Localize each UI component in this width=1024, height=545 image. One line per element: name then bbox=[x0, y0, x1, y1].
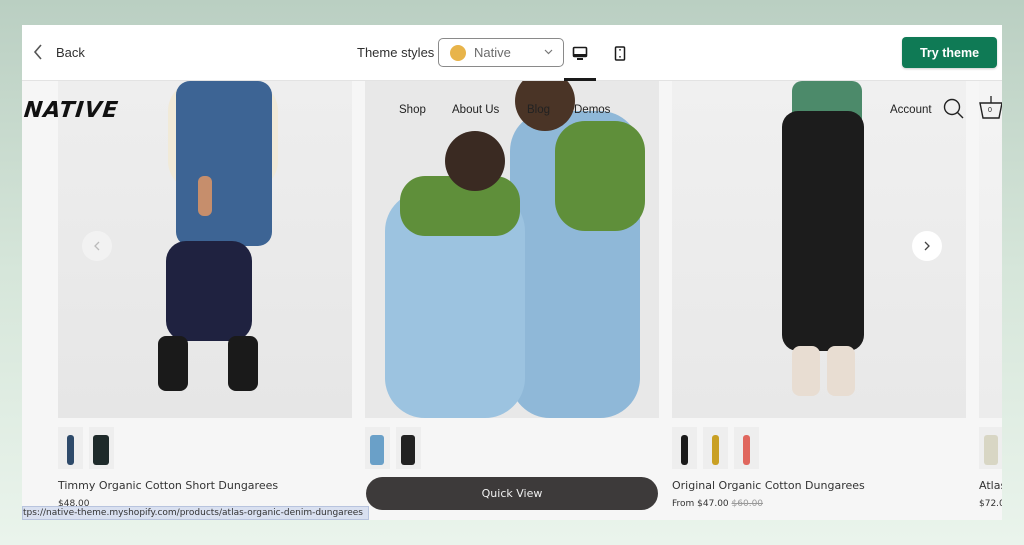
compare-at-price: $60.00 bbox=[731, 499, 764, 509]
product-thumbnail[interactable] bbox=[734, 427, 759, 469]
store-logo[interactable]: NATIVE bbox=[23, 98, 120, 123]
nav-demos[interactable]: Demos bbox=[574, 104, 610, 116]
product-image[interactable] bbox=[979, 81, 1002, 418]
chevron-right-icon bbox=[924, 241, 930, 251]
desktop-view-button[interactable] bbox=[564, 41, 596, 81]
product-thumbnail[interactable] bbox=[365, 427, 390, 469]
theme-style-select[interactable]: Native bbox=[438, 38, 564, 67]
mobile-icon bbox=[614, 45, 626, 61]
chevron-down-icon bbox=[544, 49, 553, 55]
cart-button[interactable]: 0 bbox=[978, 95, 1002, 121]
style-swatch-icon bbox=[450, 44, 466, 61]
product-thumbnails bbox=[672, 427, 759, 469]
product-thumbnail[interactable] bbox=[396, 427, 421, 469]
theme-styles-label: Theme styles bbox=[357, 45, 435, 60]
theme-preview-frame: Back Theme styles Native Try theme Timmy… bbox=[22, 25, 1002, 520]
search-icon[interactable] bbox=[943, 98, 965, 120]
product-price: From $47.00 $60.00 bbox=[672, 499, 763, 509]
cart-count: 0 bbox=[988, 107, 992, 114]
back-label: Back bbox=[56, 44, 85, 60]
product-thumbnails bbox=[979, 427, 1002, 469]
product-price: $72.0 bbox=[979, 499, 1002, 509]
product-thumbnails bbox=[58, 427, 114, 469]
carousel-prev-button[interactable] bbox=[82, 231, 112, 261]
nav-shop[interactable]: Shop bbox=[399, 104, 426, 116]
nav-about-us[interactable]: About Us bbox=[452, 104, 499, 116]
status-bar-url: tps://native-theme.myshopify.com/product… bbox=[22, 506, 369, 520]
product-title[interactable]: Timmy Organic Cotton Short Dungarees bbox=[58, 479, 278, 492]
product-thumbnail[interactable] bbox=[979, 427, 1002, 469]
mobile-view-button[interactable] bbox=[604, 41, 636, 65]
product-thumbnail[interactable] bbox=[89, 427, 114, 469]
account-link[interactable]: Account bbox=[890, 104, 932, 116]
back-button[interactable]: Back bbox=[32, 43, 85, 61]
chevron-left-icon bbox=[94, 241, 100, 251]
preview-toolbar: Back Theme styles Native Try theme bbox=[22, 25, 1002, 81]
carousel-next-button[interactable] bbox=[912, 231, 942, 261]
product-image[interactable] bbox=[365, 81, 659, 418]
product-thumbnails bbox=[365, 427, 421, 469]
product-title[interactable]: Original Organic Cotton Dungarees bbox=[672, 479, 865, 492]
chevron-left-icon bbox=[33, 44, 42, 60]
model-photo-denim-overalls bbox=[385, 81, 645, 418]
nav-blog[interactable]: Blog bbox=[527, 104, 550, 116]
sale-price: From $47.00 bbox=[672, 499, 729, 509]
quick-view-button[interactable]: Quick View bbox=[366, 477, 658, 510]
desktop-icon bbox=[572, 46, 588, 60]
product-thumbnail[interactable] bbox=[58, 427, 83, 469]
product-thumbnail[interactable] bbox=[703, 427, 728, 469]
theme-style-value: Native bbox=[474, 45, 511, 60]
product-thumbnail[interactable] bbox=[672, 427, 697, 469]
product-title[interactable]: Atlas bbox=[979, 479, 1002, 492]
try-theme-button[interactable]: Try theme bbox=[902, 37, 997, 68]
